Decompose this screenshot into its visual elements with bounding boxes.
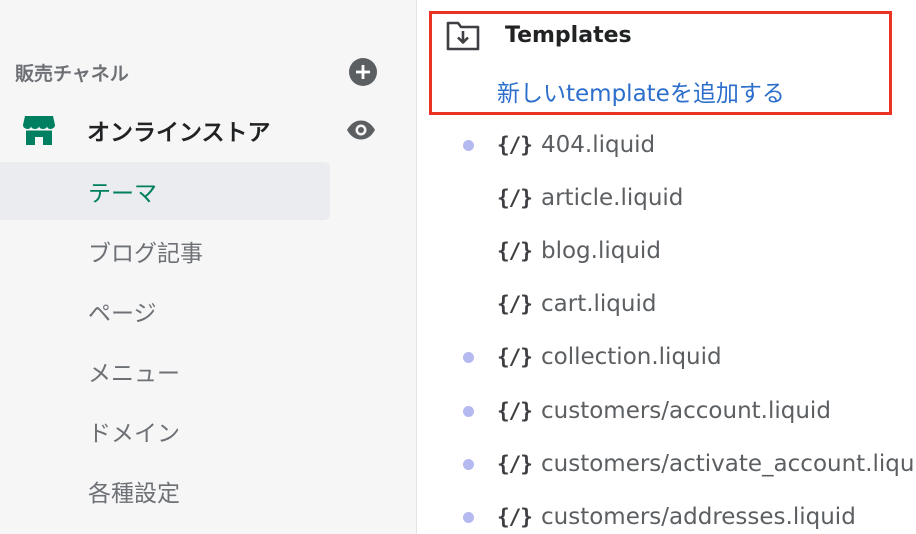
store-icon [22,113,56,147]
nav-item-preferences[interactable]: 各種設定 [0,462,330,520]
channel-name: オンラインストア [87,120,271,146]
sidebar: 販売チャネル オンラインストア テーマ ブログ記事 ページ メニュー ドメイン … [0,0,417,534]
theme-editor: 販売チャネル オンラインストア テーマ ブログ記事 ページ メニュー ドメイン … [0,0,916,534]
sales-channels-header: 販売チャネル [15,57,377,87]
plus-glyph [356,65,370,79]
file-row-customers-addresses[interactable]: {/} customers/addresses.liquid [417,490,916,534]
folder-title: Templates [505,23,632,48]
file-row-blog[interactable]: {/} blog.liquid [417,224,916,277]
modified-dot-icon [463,405,474,417]
file-name: customers/addresses.liquid [541,503,856,530]
modified-dot-icon [463,458,474,470]
eye-icon[interactable] [344,117,378,143]
file-name: 404.liquid [541,131,656,158]
code-file-icon: {/} [497,398,533,423]
file-row-404[interactable]: {/} 404.liquid [417,118,916,171]
file-row-customers-activate-account[interactable]: {/} customers/activate_account.liquid [417,437,916,490]
folder-download-icon[interactable] [446,19,480,51]
file-name: cart.liquid [541,291,657,318]
template-file-list: {/} 404.liquid {/} article.liquid {/} bl… [417,118,916,534]
code-file-icon: {/} [497,345,533,370]
file-name: article.liquid [541,184,684,211]
code-file-icon: {/} [497,185,533,210]
nav-item-themes[interactable]: テーマ [0,162,330,220]
nav-item-domains[interactable]: ドメイン [0,402,330,460]
file-name: collection.liquid [541,344,722,371]
add-template-link[interactable]: 新しいtemplateを追加する [497,74,785,108]
code-editor-file-tree: Templates 新しいtemplateを追加する {/} 404.liqui… [417,0,916,534]
plus-circle-icon[interactable] [349,58,377,86]
file-row-cart[interactable]: {/} cart.liquid [417,278,916,331]
channel-online-store[interactable]: オンラインストア [22,110,378,150]
modified-dot-icon [463,352,474,364]
file-name: blog.liquid [541,237,661,264]
modified-dot-icon [463,511,474,523]
file-row-customers-account[interactable]: {/} customers/account.liquid [417,384,916,437]
code-file-icon: {/} [497,132,533,157]
code-file-icon: {/} [497,451,533,476]
file-row-collection[interactable]: {/} collection.liquid [417,331,916,384]
code-file-icon: {/} [497,238,533,263]
nav-item-menus[interactable]: メニュー [0,342,330,400]
file-row-article[interactable]: {/} article.liquid [417,171,916,224]
section-title: 販売チャネル [15,62,129,85]
code-file-icon: {/} [497,292,533,317]
file-name: customers/activate_account.liquid [541,450,916,477]
modified-dot-icon [463,139,474,151]
code-file-icon: {/} [497,504,533,529]
file-name: customers/account.liquid [541,397,831,424]
nav-item-pages[interactable]: ページ [0,282,330,340]
nav-item-blog-posts[interactable]: ブログ記事 [0,222,330,280]
online-store-nav: テーマ ブログ記事 ページ メニュー ドメイン 各種設定 [0,162,330,522]
